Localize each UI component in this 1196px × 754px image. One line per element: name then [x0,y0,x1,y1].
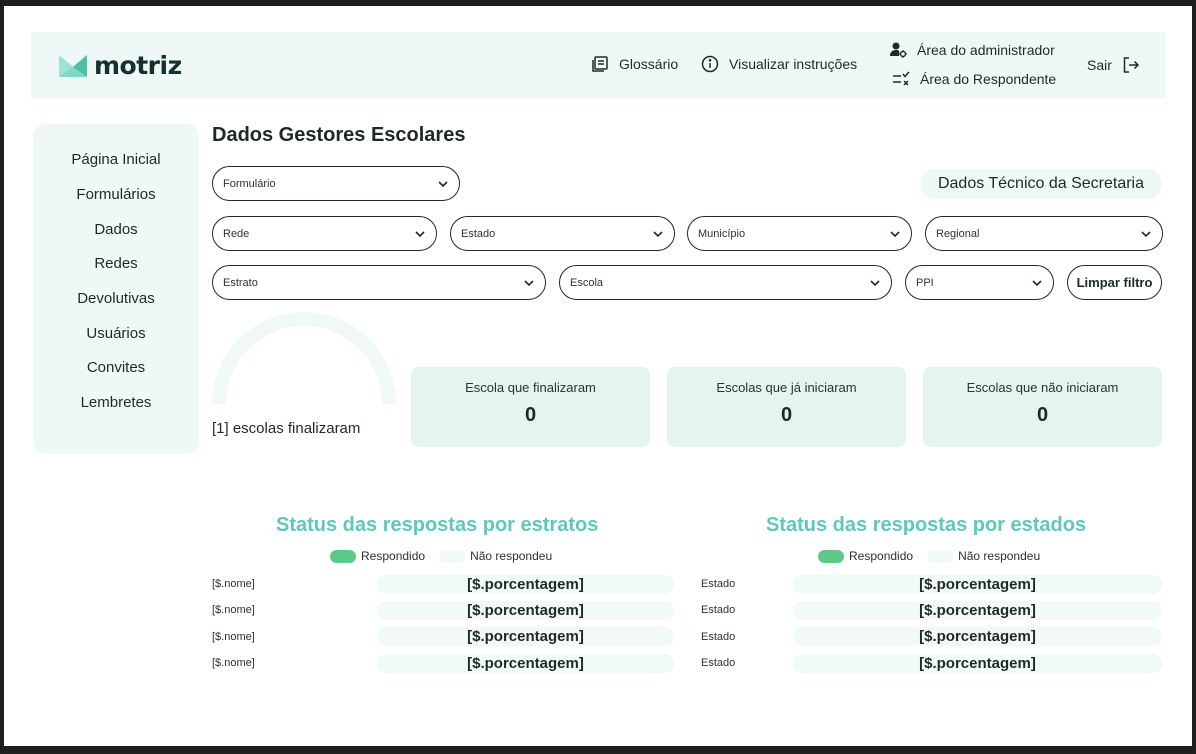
stat-card-not-started: Escolas que não iniciaram 0 [923,367,1162,447]
logout-button[interactable]: Sair [1087,56,1140,74]
strata-row-bar: [$.porcentagem] [377,627,674,646]
legend-responded-swatch [330,549,356,563]
sidebar-item-users[interactable]: Usuários [33,325,199,342]
stratum-select[interactable]: Estrato [212,265,546,300]
chevron-down-icon [1032,280,1042,287]
logout-label: Sair [1087,57,1112,73]
tech-data-tab[interactable]: Dados Técnico da Secretaria [921,169,1161,199]
sidebar: Página Inicial Formulários Dados Redes D… [33,124,199,454]
clear-filter-button[interactable]: Limpar filtro [1067,265,1162,300]
sidebar-item-home[interactable]: Página Inicial [33,151,199,168]
stratum-select-value: Estrato [223,276,258,289]
states-row-label: Estado [701,578,736,590]
sidebar-item-reminders[interactable]: Lembretes [33,394,199,411]
instructions-label: Visualizar instruções [729,56,858,72]
regional-select-value: Regional [936,227,980,240]
sidebar-item-forms[interactable]: Formulários [33,186,199,203]
info-icon [701,55,719,73]
states-row-label: Estado [701,631,736,643]
sidebar-item-data[interactable]: Dados [33,221,199,238]
respondent-area-label: Área do Respondente [920,71,1057,87]
page-title: Dados Gestores Escolares [212,124,466,146]
stat-card-finished: Escola que finalizaram 0 [411,367,650,447]
states-row-bar: [$.porcentagem] [793,627,1162,646]
brand-logo[interactable]: motriz [58,50,182,80]
strata-row-bar: [$.porcentagem] [377,601,674,620]
instructions-link[interactable]: Visualizar instruções [701,55,857,73]
legend-responded-label: Respondido [361,549,426,563]
form-select-value: Formulário [223,177,276,190]
stat-card-title: Escola que finalizaram [465,380,596,395]
book-icon [592,56,608,72]
brand-name: motriz [94,50,182,80]
state-select-value: Estado [461,227,496,240]
logo-mark-icon [59,55,87,77]
legend-responded-label: Respondido [849,549,914,563]
chevron-down-icon [890,231,900,238]
stat-card-value: 0 [524,404,537,426]
state-select[interactable]: Estado [450,216,675,251]
respondent-area-link[interactable]: Área do Respondente [892,70,1056,88]
legend-not-responded-swatch [927,549,954,563]
glossary-label: Glossário [619,56,679,72]
strata-row-bar: [$.porcentagem] [377,654,674,673]
sidebar-item-networks[interactable]: Redes [33,255,199,272]
strata-row-label: [$.nome] [212,631,255,643]
states-row-bar: [$.porcentagem] [793,575,1162,594]
municipality-select-value: Município [698,227,746,240]
legend-not-responded-swatch [439,549,466,563]
states-row-bar: [$.porcentagem] [793,601,1162,620]
sidebar-item-invites[interactable]: Convites [33,359,199,376]
chevron-down-icon [438,181,448,188]
strata-legend: Respondido Não respondeu [330,549,552,563]
ppi-select[interactable]: PPI [905,265,1054,300]
form-select[interactable]: Formulário [212,166,460,201]
chevron-down-icon [870,280,880,287]
admin-area-link[interactable]: Área do administrador [889,41,1055,59]
stat-card-value: 0 [780,404,793,426]
stat-card-title: Escolas que já iniciaram [716,380,857,395]
ppi-select-value: PPI [916,276,934,289]
network-select-value: Rede [223,227,250,240]
strata-chart-title: Status das respostas por estratos [276,514,599,536]
gauge-label: [1] escolas finalizaram [212,420,361,437]
admin-area-label: Área do administrador [917,42,1055,58]
strata-row-bar: [$.porcentagem] [377,575,674,594]
school-select[interactable]: Escola [559,265,892,300]
states-row-label: Estado [701,657,736,669]
legend-not-responded-label: Não respondeu [470,549,553,563]
legend-responded-swatch [818,549,844,563]
stat-card-started: Escolas que já iniciaram 0 [667,367,906,447]
chevron-down-icon [524,280,534,287]
completion-gauge [212,312,396,405]
states-legend: Respondido Não respondeu [818,549,1040,563]
logout-icon [1123,57,1139,73]
municipality-select[interactable]: Município [687,216,912,251]
user-settings-icon [890,42,907,58]
network-select[interactable]: Rede [212,216,437,251]
glossary-link[interactable]: Glossário [591,55,678,73]
states-row-bar: [$.porcentagem] [793,654,1162,673]
stat-card-title: Escolas que não iniciaram [966,380,1119,395]
strata-row-label: [$.nome] [212,578,255,590]
chevron-down-icon [1141,231,1151,238]
states-row-label: Estado [701,604,736,616]
legend-not-responded-label: Não respondeu [958,549,1041,563]
strata-row-label: [$.nome] [212,604,255,616]
chevron-down-icon [653,231,663,238]
strata-row-label: [$.nome] [212,657,255,669]
checklist-icon [893,71,910,86]
sidebar-item-feedback[interactable]: Devolutivas [33,290,199,307]
chevron-down-icon [415,231,425,238]
regional-select[interactable]: Regional [925,216,1163,251]
states-chart-title: Status das respostas por estados [766,514,1087,536]
stat-card-value: 0 [1036,404,1049,426]
school-select-value: Escola [570,276,604,289]
